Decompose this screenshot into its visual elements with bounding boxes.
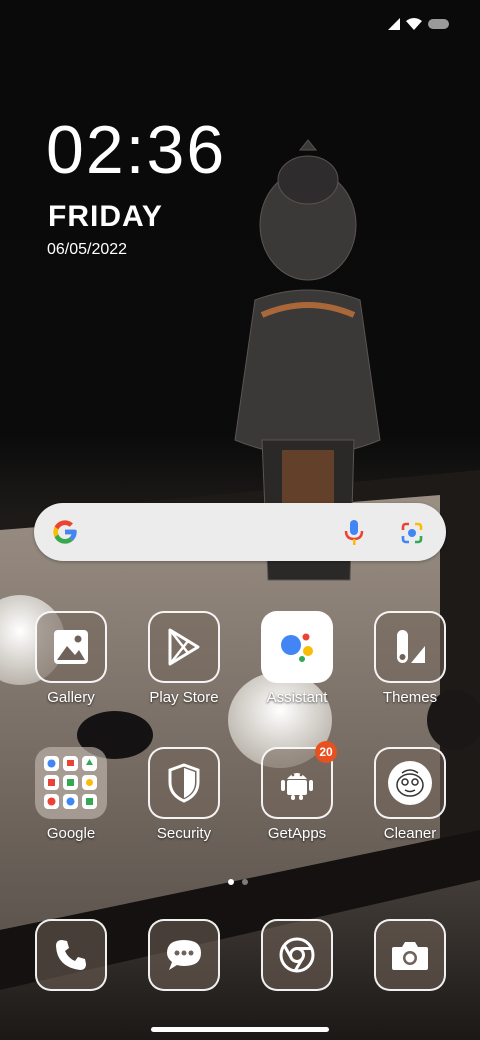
assistant-icon[interactable] (261, 611, 333, 683)
battery-icon (428, 19, 449, 29)
gesture-navigation-bar[interactable] (151, 1027, 329, 1032)
app-google-folder[interactable]: Google (23, 747, 119, 842)
google-g-icon (53, 520, 77, 544)
app-getapps[interactable]: 20 GetApps (249, 741, 345, 842)
google-folder-icon[interactable] (35, 747, 107, 819)
app-assistant[interactable]: Assistant (249, 611, 345, 706)
gallery-icon[interactable] (35, 611, 107, 683)
chrome-icon[interactable] (261, 919, 333, 991)
status-bar (388, 18, 450, 30)
app-label: Play Store (149, 689, 219, 706)
android-icon[interactable]: 20 (261, 741, 337, 819)
page-dot (242, 879, 248, 885)
dock-messages[interactable] (136, 919, 232, 991)
page-dot-active (228, 879, 234, 885)
notification-badge: 20 (315, 741, 337, 763)
app-security[interactable]: Security (136, 747, 232, 842)
shield-icon[interactable] (148, 747, 220, 819)
app-themes[interactable]: Themes (362, 611, 458, 706)
dock-chrome[interactable] (249, 919, 345, 991)
microphone-icon[interactable] (343, 520, 365, 546)
dock-camera[interactable] (362, 919, 458, 991)
app-gallery[interactable]: Gallery (23, 611, 119, 706)
app-label: Google (46, 825, 96, 842)
app-label: Gallery (47, 689, 95, 706)
dock-phone[interactable] (23, 919, 119, 991)
app-label: GetApps (267, 825, 327, 842)
clock-date: 06/05/2022 (47, 241, 128, 258)
google-search-bar[interactable] (34, 503, 446, 561)
cleaner-icon[interactable] (374, 747, 446, 819)
app-play-store[interactable]: Play Store (136, 611, 232, 706)
phone-icon[interactable] (35, 919, 107, 991)
wifi-icon (406, 18, 422, 30)
app-cleaner[interactable]: Cleaner (362, 747, 458, 842)
lens-icon[interactable] (400, 521, 424, 545)
clock-day: FRIDAY (48, 200, 163, 233)
themes-icon[interactable] (374, 611, 446, 683)
clock-time[interactable]: 02:36 (46, 116, 226, 184)
play-store-icon[interactable] (148, 611, 220, 683)
camera-icon[interactable] (374, 919, 446, 991)
app-label: Themes (382, 689, 438, 706)
app-label: Security (156, 825, 212, 842)
messages-icon[interactable] (148, 919, 220, 991)
app-label: Assistant (266, 689, 328, 706)
app-label: Cleaner (383, 825, 437, 842)
signal-icon (388, 18, 400, 30)
page-indicator (228, 879, 248, 885)
